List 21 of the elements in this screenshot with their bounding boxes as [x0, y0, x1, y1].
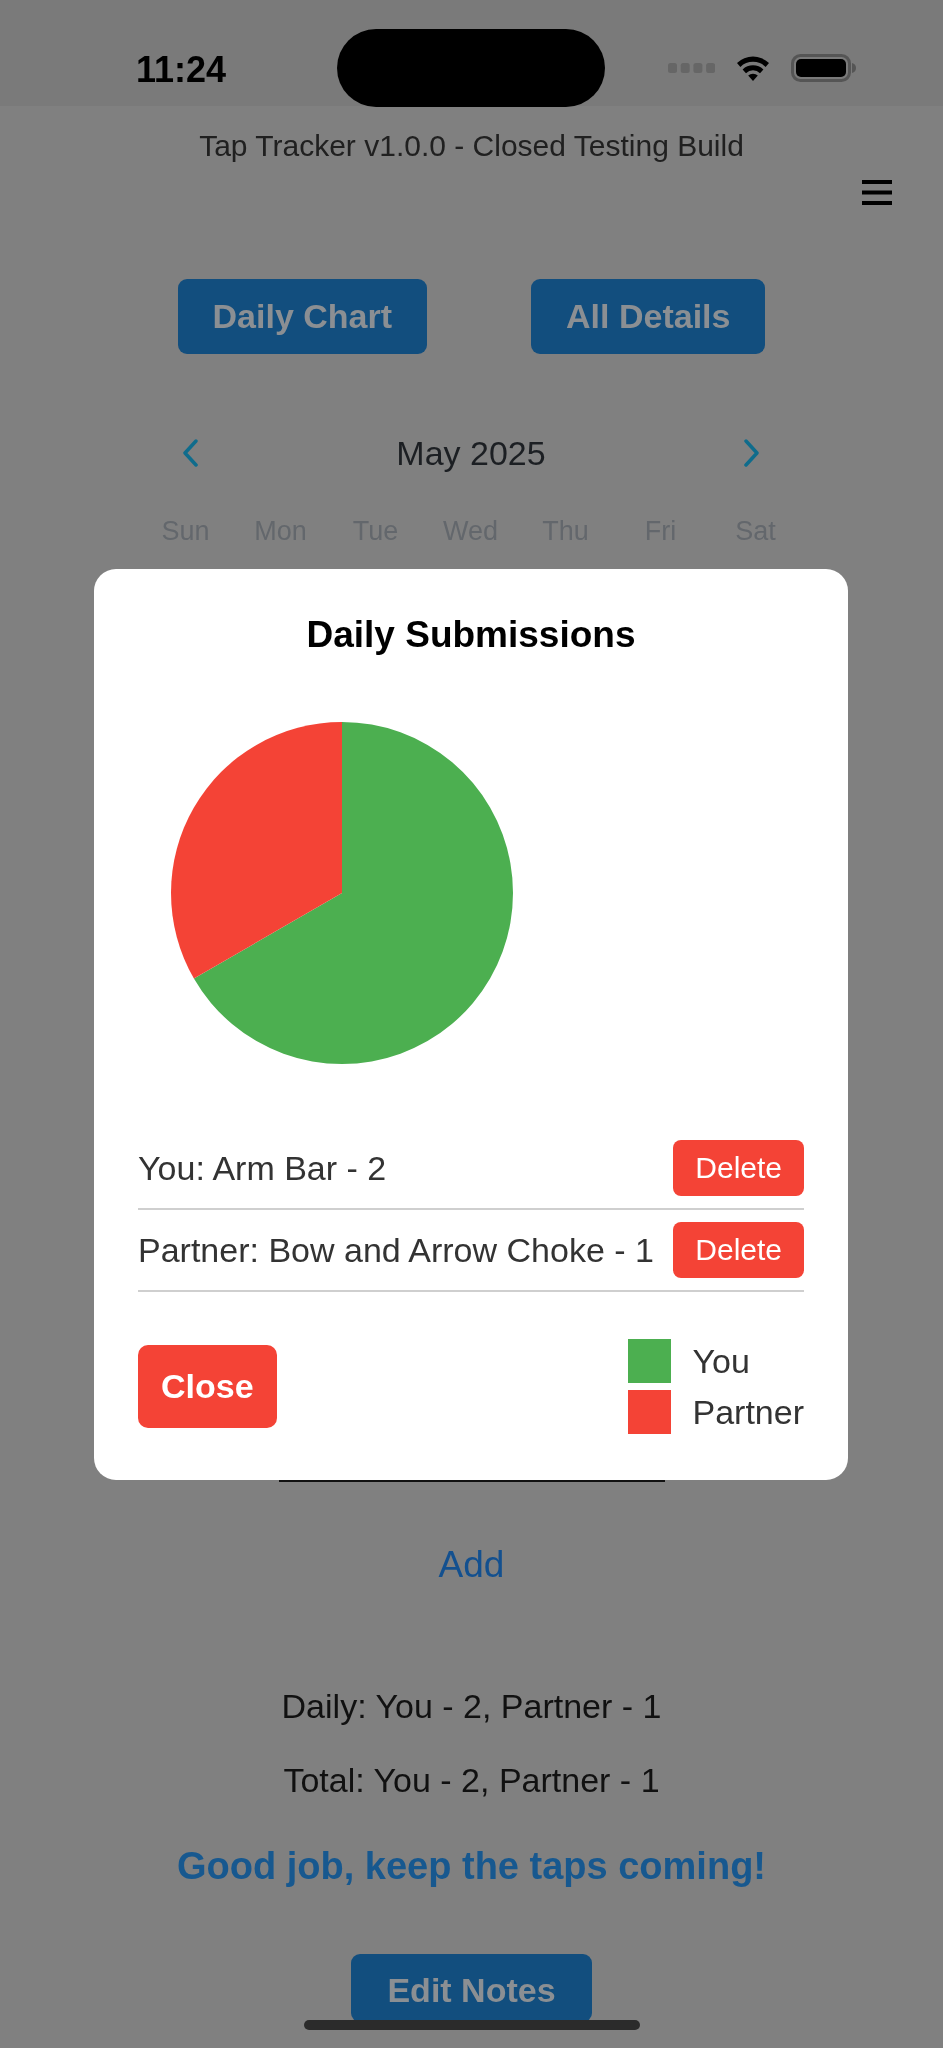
delete-button[interactable]: Delete: [673, 1140, 804, 1196]
battery-icon: [791, 54, 857, 82]
month-label: May 2025: [396, 433, 546, 473]
add-button[interactable]: Add: [438, 1545, 505, 1585]
submission-text: Partner: Bow and Arrow Choke - 1: [138, 1230, 654, 1270]
total-summary: Total: You - 2, Partner - 1: [283, 1760, 660, 1800]
edit-notes-button[interactable]: Edit Notes: [351, 1954, 592, 2022]
status-time: 11:24: [135, 50, 226, 90]
app-title: Tap Tracker v1.0.0 - Closed Testing Build: [198, 128, 745, 164]
wifi-icon: [736, 55, 770, 81]
encouragement-message: Good job, keep the taps coming!: [176, 1844, 766, 1888]
close-button[interactable]: Close: [138, 1345, 277, 1428]
nav-button[interactable]: Daily Chart: [177, 279, 428, 354]
modal-title: Daily Submissions: [305, 613, 637, 657]
legend-label: You: [692, 1341, 751, 1382]
submission-text: You: Arm Bar - 2: [138, 1148, 387, 1188]
delete-button[interactable]: Delete: [673, 1222, 804, 1278]
daily-summary: Daily: You - 2, Partner - 1: [281, 1686, 662, 1726]
menu-icon[interactable]: [862, 180, 892, 205]
legend-label: Partner: [692, 1392, 804, 1433]
nav-button[interactable]: All Details: [531, 279, 766, 354]
